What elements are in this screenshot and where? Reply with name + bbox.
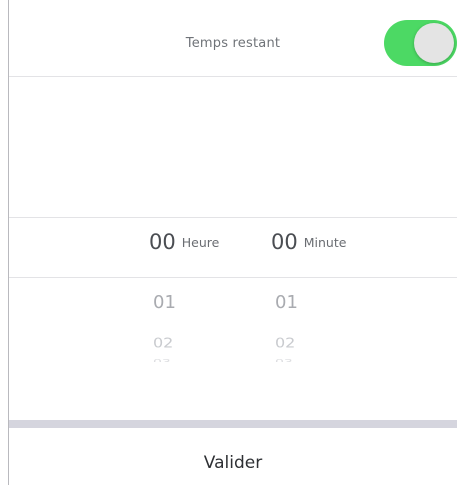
hours-option[interactable]: 02 (153, 335, 173, 351)
timer-screen: Temps restant 00 Heure 01 02 03 00 Minute … (0, 0, 457, 485)
minutes-option[interactable]: 03 (275, 358, 293, 362)
minutes-selected-value: 00 (271, 230, 298, 254)
hours-option[interactable]: 03 (153, 358, 171, 362)
minutes-unit-label: Minute (303, 234, 347, 250)
header-divider (9, 76, 457, 77)
hours-option[interactable]: 01 (153, 292, 176, 313)
minutes-option[interactable]: 01 (275, 292, 298, 313)
toggle-knob[interactable] (414, 23, 454, 63)
time-picker[interactable]: 00 Heure 01 02 03 00 Minute 01 02 03 (9, 218, 457, 378)
hours-selected-row[interactable]: 00 Heure (149, 230, 219, 264)
remaining-time-toggle[interactable] (384, 20, 457, 66)
minutes-option[interactable]: 02 (275, 335, 295, 351)
hours-unit-label: Heure (181, 234, 220, 250)
header: Temps restant (9, 0, 457, 76)
validate-button[interactable]: Valider (9, 428, 457, 485)
footer-separator (9, 420, 457, 428)
minutes-selected-row[interactable]: 00 Minute (271, 230, 346, 264)
hours-selected-value: 00 (149, 230, 176, 254)
